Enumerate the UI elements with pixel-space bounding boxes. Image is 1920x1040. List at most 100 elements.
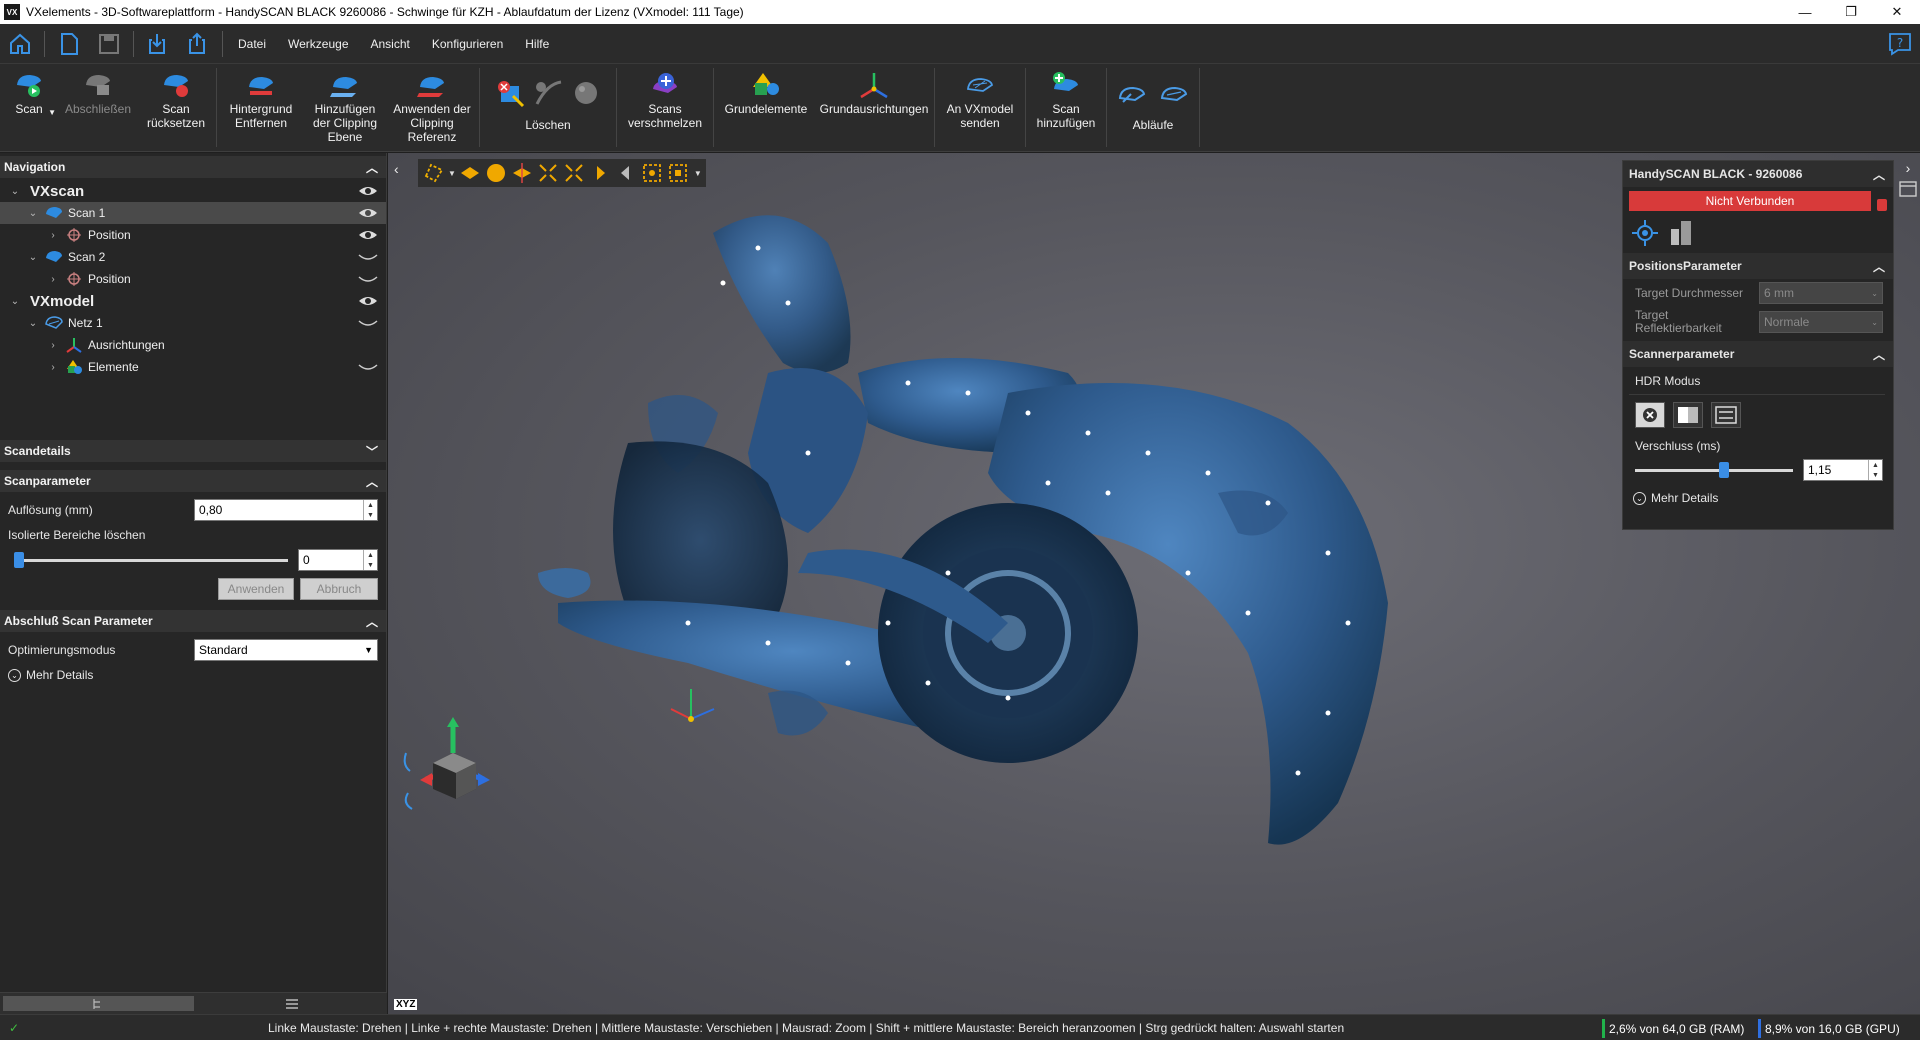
- tree-item-ausrichtungen[interactable]: › Ausrichtungen: [0, 334, 386, 356]
- tree-item-scan-1[interactable]: ⌄ Scan 1: [0, 202, 386, 224]
- hdr-off-button[interactable]: [1635, 402, 1665, 428]
- hidden-eye-icon[interactable]: [358, 249, 378, 265]
- verschluss-input[interactable]: 1,15 ▲ ▼: [1803, 459, 1883, 481]
- visibility-eye-icon[interactable]: [358, 205, 378, 221]
- collapse-right-panel-icon[interactable]: ›: [1896, 160, 1920, 180]
- workflow-icon[interactable]: [1117, 80, 1147, 106]
- scanner-device-icon[interactable]: [1667, 219, 1695, 247]
- scanner-panel-header[interactable]: HandySCAN BLACK - 9260086 ︿: [1623, 161, 1893, 187]
- anwenden-button[interactable]: Anwenden: [218, 578, 294, 600]
- grundelemente-button[interactable]: Grundelemente: [716, 64, 816, 151]
- menu-datei[interactable]: Datei: [227, 24, 277, 64]
- expand-arrow-icon[interactable]: ›: [46, 362, 60, 373]
- maximize-button[interactable]: ❐: [1828, 0, 1874, 24]
- tree-item-netz-1[interactable]: ⌄ Netz 1: [0, 312, 386, 334]
- chevron-down-icon[interactable]: ﹀: [366, 443, 378, 460]
- tree-item-position-1[interactable]: › Position: [0, 224, 386, 246]
- chevron-up-icon[interactable]: ︿: [366, 473, 378, 490]
- help-icon[interactable]: ?: [1888, 32, 1912, 56]
- abschliessen-button[interactable]: Abschließen: [58, 64, 138, 151]
- scan-reset-button[interactable]: Scan rücksetzen: [138, 64, 214, 151]
- export-button[interactable]: [178, 24, 218, 64]
- hidden-eye-icon[interactable]: [358, 315, 378, 331]
- menu-ansicht[interactable]: Ansicht: [360, 24, 421, 64]
- mehr-details-left[interactable]: ⌄ Mehr Details: [0, 664, 386, 686]
- hidden-eye-icon[interactable]: [358, 271, 378, 287]
- panel-toggle-icon[interactable]: [1898, 180, 1918, 198]
- scanparameter-header[interactable]: Scanparameter ︿: [0, 470, 386, 492]
- hdr-mode-2-button[interactable]: [1711, 402, 1741, 428]
- visibility-eye-icon[interactable]: [358, 293, 378, 309]
- expand-arrow-icon[interactable]: ⌄: [8, 296, 22, 307]
- clipping-add-button[interactable]: Hinzufügen der Clipping Ebene: [303, 64, 387, 151]
- minimize-button[interactable]: —: [1782, 0, 1828, 24]
- tree-item-scan-2[interactable]: ⌄ Scan 2: [0, 246, 386, 268]
- target-reflektierbarkeit-select[interactable]: Normale ⌄: [1759, 311, 1883, 333]
- home-button[interactable]: [0, 24, 40, 64]
- hdr-mode-1-button[interactable]: [1673, 402, 1703, 428]
- chevron-down-icon[interactable]: ▼: [48, 106, 56, 120]
- mehr-details-right[interactable]: ⌄ Mehr Details: [1623, 487, 1893, 509]
- delete-all-icon[interactable]: [571, 78, 601, 108]
- chevron-up-icon[interactable]: ︿: [1873, 258, 1885, 275]
- visibility-eye-icon[interactable]: [358, 227, 378, 243]
- vxmodel-send-button[interactable]: An VXmodel senden: [937, 64, 1023, 151]
- scan-button[interactable]: Scan ▼: [0, 64, 58, 151]
- target-durchmesser-select[interactable]: 6 mm ⌄: [1759, 282, 1883, 304]
- scandetails-header[interactable]: Scandetails ﹀: [0, 440, 386, 462]
- hintergrund-button[interactable]: Hintergrund Entfernen: [219, 64, 303, 151]
- spinner-arrows-icon[interactable]: ▲ ▼: [363, 500, 377, 520]
- chevron-up-icon[interactable]: ︿: [366, 613, 378, 630]
- isoliert-slider[interactable]: [14, 551, 288, 568]
- menu-konfigurieren[interactable]: Konfigurieren: [421, 24, 514, 64]
- tree-item-elemente[interactable]: › Elemente: [0, 356, 386, 378]
- primitives-icon: [64, 359, 84, 375]
- close-button[interactable]: ✕: [1874, 0, 1920, 24]
- isoliert-input[interactable]: 0 ▲ ▼: [298, 549, 378, 571]
- verschmelzen-button[interactable]: Scans verschmelzen: [619, 64, 711, 151]
- import-button[interactable]: [138, 24, 178, 64]
- tree-item-vxscan[interactable]: ⌄ VXscan: [0, 180, 386, 202]
- positionsparameter-header[interactable]: PositionsParameter ︿: [1623, 253, 1893, 279]
- abbruch-button[interactable]: Abbruch: [300, 578, 378, 600]
- clipping-apply-button[interactable]: Anwenden der Clipping Referenz: [387, 64, 477, 151]
- expand-arrow-icon[interactable]: ›: [46, 274, 60, 285]
- tab-tree-view[interactable]: [3, 996, 194, 1011]
- menu-werkzeuge[interactable]: Werkzeuge: [277, 24, 359, 64]
- chevron-up-icon[interactable]: ︿: [1873, 166, 1885, 183]
- tree-item-position-2[interactable]: › Position: [0, 268, 386, 290]
- expand-arrow-icon[interactable]: ›: [46, 340, 60, 351]
- target-mode-icon[interactable]: [1631, 219, 1659, 247]
- navigation-header[interactable]: Navigation ︿: [0, 156, 386, 178]
- spinner-arrows-icon[interactable]: ▲ ▼: [1868, 460, 1882, 480]
- chevron-up-icon[interactable]: ︿: [366, 159, 378, 176]
- isoliert-slider-thumb[interactable]: [14, 551, 24, 568]
- expand-arrow-icon[interactable]: ⌄: [26, 252, 40, 263]
- grundausrichtungen-button[interactable]: Grundausrichtungen: [816, 64, 932, 151]
- delete-isolated-icon[interactable]: [533, 78, 563, 108]
- scannerparameter-header[interactable]: Scannerparameter ︿: [1623, 341, 1893, 367]
- aufloesung-input[interactable]: 0,80 ▲ ▼: [194, 499, 378, 521]
- verschluss-slider-thumb[interactable]: [1719, 461, 1729, 478]
- optimierung-select[interactable]: Standard ▼: [194, 639, 378, 661]
- expand-arrow-icon[interactable]: ⌄: [26, 208, 40, 219]
- workflow-mesh-icon[interactable]: [1159, 80, 1189, 106]
- save-button[interactable]: [89, 24, 129, 64]
- expand-arrow-icon[interactable]: ⌄: [26, 318, 40, 329]
- spinner-arrows-icon[interactable]: ▲ ▼: [363, 550, 377, 570]
- expand-arrow-icon[interactable]: ›: [46, 230, 60, 241]
- orientation-cube[interactable]: [398, 713, 498, 813]
- abschluss-header[interactable]: Abschluß Scan Parameter ︿: [0, 610, 386, 632]
- menu-hilfe[interactable]: Hilfe: [514, 24, 560, 64]
- chevron-up-icon[interactable]: ︿: [1873, 346, 1885, 363]
- scan-add-button[interactable]: Scan hinzufügen: [1028, 64, 1104, 151]
- verschluss-slider[interactable]: [1635, 461, 1793, 478]
- new-file-button[interactable]: [49, 24, 89, 64]
- visibility-eye-icon[interactable]: [358, 183, 378, 199]
- tab-list-view[interactable]: [197, 993, 388, 1014]
- hidden-eye-icon[interactable]: [358, 359, 378, 375]
- expand-arrow-icon[interactable]: ⌄: [8, 186, 22, 197]
- xyz-axes-label[interactable]: XYZ: [394, 999, 418, 1010]
- tree-item-vxmodel[interactable]: ⌄ VXmodel: [0, 290, 386, 312]
- delete-selection-icon[interactable]: [495, 78, 525, 108]
